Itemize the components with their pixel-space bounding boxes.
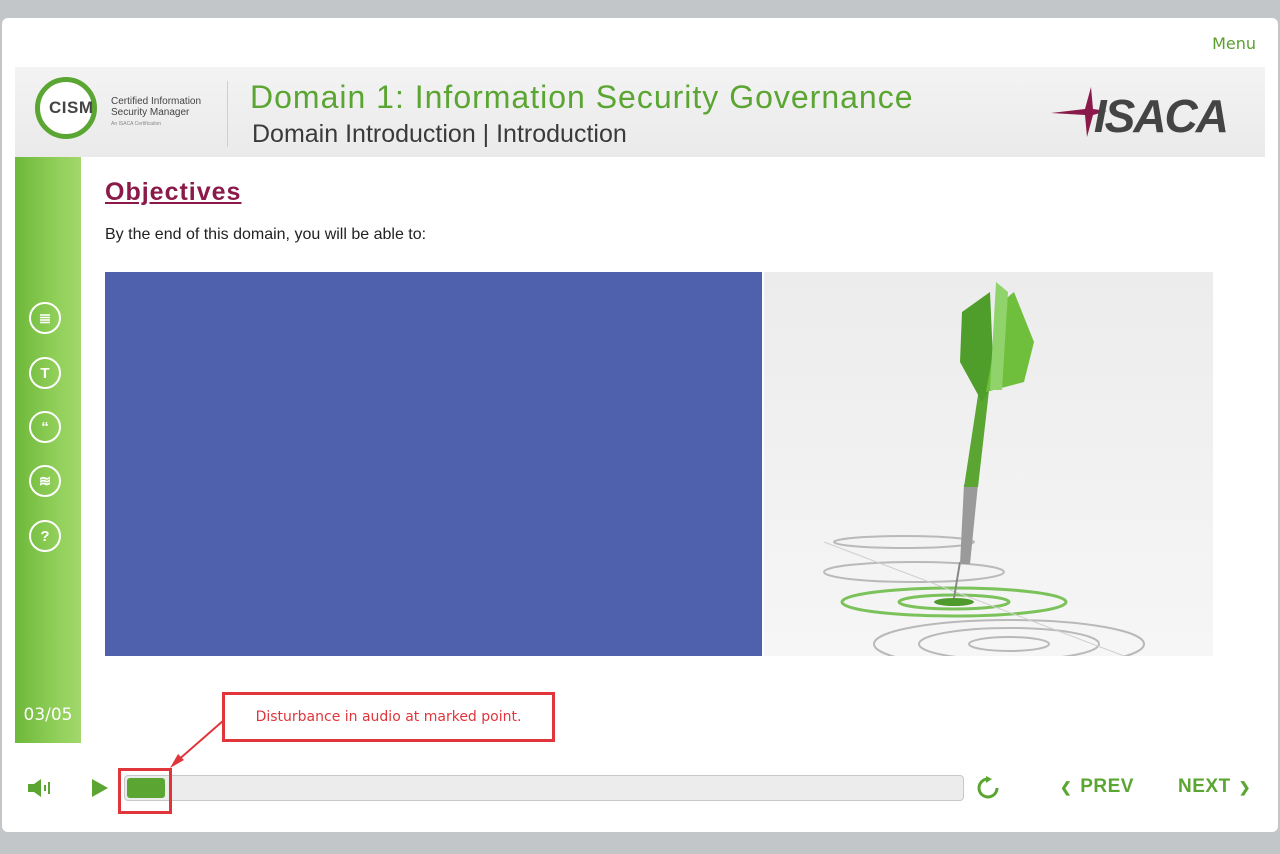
sidebar: ≣ T “ ≋ ? 03/05 bbox=[15, 157, 81, 743]
cism-logo-line1: Certified Information bbox=[111, 96, 202, 107]
domain-title: Domain 1: Information Security Governanc… bbox=[250, 79, 914, 115]
prev-button[interactable]: ❮ PREV bbox=[1060, 776, 1134, 798]
play-icon[interactable] bbox=[90, 778, 110, 798]
domain-subtitle: Domain Introduction | Introduction bbox=[252, 120, 627, 148]
annotation-callout: Disturbance in audio at marked point. bbox=[222, 692, 555, 742]
dart-target-illustration bbox=[823, 282, 1145, 669]
isaca-logo: ISACA bbox=[1049, 87, 1229, 142]
dart-image bbox=[764, 272, 1213, 669]
course-window: Menu CISM Certified Information Security… bbox=[2, 18, 1278, 832]
speaker-icon[interactable] bbox=[26, 777, 52, 799]
notes-icon[interactable]: ≣ bbox=[29, 302, 61, 334]
next-button[interactable]: NEXT ❯ bbox=[1178, 776, 1251, 798]
prev-label: PREV bbox=[1080, 776, 1134, 797]
help-icon[interactable]: ? bbox=[29, 520, 61, 552]
intro-text: By the end of this domain, you will be a… bbox=[105, 226, 427, 243]
chevron-left-icon: ❮ bbox=[1060, 778, 1073, 795]
objectives-panel bbox=[105, 272, 762, 656]
quote-icon[interactable]: “ bbox=[29, 411, 61, 443]
annotation-arrow bbox=[170, 719, 225, 768]
cism-logo: CISM Certified Information Security Mana… bbox=[35, 77, 225, 145]
transcript-icon[interactable]: T bbox=[29, 357, 61, 389]
next-label: NEXT bbox=[1178, 776, 1231, 797]
header-divider bbox=[227, 81, 228, 147]
slide-counter: 03/05 bbox=[23, 705, 73, 725]
cism-logo-tagline: An ISACA Certification bbox=[111, 121, 162, 127]
chevron-right-icon: ❯ bbox=[1238, 778, 1251, 795]
menu-link[interactable]: Menu bbox=[1212, 34, 1256, 53]
marked-point-highlight bbox=[118, 768, 172, 814]
isaca-logo-text: ISACA bbox=[1093, 90, 1229, 142]
cism-logo-mark: CISM bbox=[49, 98, 94, 117]
replay-icon[interactable] bbox=[976, 776, 1000, 800]
layers-icon[interactable]: ≋ bbox=[29, 465, 61, 497]
cism-logo-line2: Security Manager bbox=[111, 107, 190, 118]
header-band: CISM Certified Information Security Mana… bbox=[15, 67, 1265, 157]
audio-progress-bar[interactable] bbox=[124, 775, 964, 801]
objectives-heading: Objectives bbox=[105, 178, 242, 206]
cism-logo-text: Certified Information Security Manager bbox=[111, 96, 201, 118]
